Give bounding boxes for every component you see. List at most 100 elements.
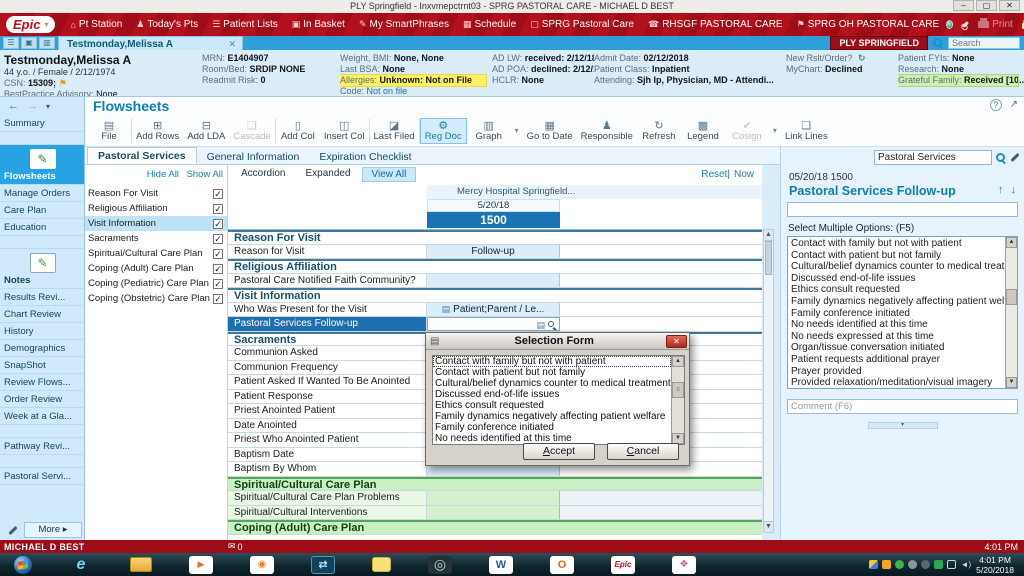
row-label-cell[interactable]: Priest Who Anointed Patient [228,433,427,447]
toolbar-button[interactable]: ◪ Last Filed [370,119,419,143]
checkbox-checked-icon[interactable]: ✓ [213,219,223,229]
windows-start-icon[interactable] [14,556,32,574]
back-icon[interactable]: ← [8,100,19,112]
print-button[interactable]: Print [978,19,1013,30]
row-label-cell[interactable]: Patient Asked If Wanted To Be Anointed [228,375,427,389]
rowlist-item[interactable]: Spiritual/Cultural Care Plan ✓ [85,246,227,261]
row-label-cell[interactable]: Visit Information [228,290,762,302]
show-all-link[interactable]: Show All [187,169,223,180]
tray-gray1-icon[interactable] [908,560,917,569]
dialog-option[interactable]: Family dynamics negatively affecting pat… [433,411,671,422]
scroll-up-icon[interactable]: ▲ [1006,237,1017,248]
sidebar-item[interactable]: Manage Orders [0,185,84,202]
row-empty-cell[interactable] [560,303,762,317]
column-header-date[interactable]: 5/20/18 [427,199,560,212]
row-label-cell[interactable]: Coping (Adult) Care Plan [228,522,762,534]
row-value-cell[interactable]: ▤Patient;Parent / Le... ▤ [427,303,560,317]
option-item[interactable]: Ethics consult requested [788,284,1005,296]
dialog-option[interactable]: Family conference initiated [433,422,671,433]
toolbar-button[interactable]: ▾ [511,125,523,137]
checkbox-checked-icon[interactable]: ✓ [213,189,223,199]
row-empty-cell[interactable] [560,317,762,331]
menubar-item[interactable]: ▦ Schedule [456,19,523,30]
row-label-cell[interactable]: Patient Response [228,390,427,404]
rowlist-item[interactable]: Coping (Pediatric) Care Plan ✓ [85,276,227,291]
row-label-cell[interactable]: Baptism By Whom [228,462,427,476]
flowsheet-search-input[interactable] [874,150,992,165]
collapse-panel-handle[interactable]: ▾ [868,422,938,429]
sync-icon[interactable]: ⇄ [311,556,335,574]
epic-logo-button[interactable]: Epic ▾ [6,16,55,33]
dialog-option[interactable]: Discussed end-of-life issues [433,389,671,400]
scroll-down-icon[interactable]: ▼ [764,521,773,532]
row-label-cell[interactable]: Baptism Date [228,448,427,462]
sticky-notes-icon[interactable] [372,557,391,572]
row-label-cell[interactable]: Who Was Present for the Visit [228,303,427,317]
app-orange-icon[interactable]: ◉ [250,556,274,574]
comment-field[interactable] [787,399,1018,414]
scrollbar-thumb[interactable]: ≡ [672,382,684,398]
maximize-button[interactable]: ▢ [976,0,997,11]
row-empty-cell[interactable] [560,491,762,505]
flowsheet-tab[interactable]: General Information [197,149,310,164]
dialog-option[interactable]: Ethics consult requested [433,400,671,411]
previous-row-icon[interactable]: ↑ [998,184,1004,196]
sidebar-item[interactable] [0,236,84,249]
value-entry-field[interactable] [787,202,1018,217]
toolbar-button[interactable]: ▦ Go to Date [523,119,577,143]
checkbox-checked-icon[interactable]: ✓ [213,294,223,304]
tray-window-icon[interactable] [947,560,956,569]
scroll-down-icon[interactable]: ▼ [1006,377,1017,388]
tray-leaf-icon[interactable] [934,560,943,569]
scroll-up-icon[interactable]: ▲ [764,230,773,241]
rowlist-item[interactable]: Sacraments ✓ [85,231,227,246]
reports-icon[interactable]: ▥ [39,37,55,49]
option-item[interactable]: No needs expressed at this time [788,331,1005,343]
scroll-up-icon[interactable]: ▲ [672,356,684,367]
search-icon[interactable] [996,153,1006,163]
rowlist-item[interactable]: Visit Information ✓ [85,216,227,231]
dialog-option[interactable]: Contact with family but not with patient [433,356,671,367]
globe-icon[interactable] [946,20,953,29]
row-value-cell[interactable]: ▤ ▤ [427,274,560,288]
checkbox-checked-icon[interactable]: ✓ [213,204,223,214]
scrollbar-thumb[interactable] [1006,289,1017,305]
scrollbar-thumb[interactable] [765,241,772,275]
sidebar-item[interactable] [0,455,84,468]
row-empty-cell[interactable] [560,506,762,520]
close-button[interactable]: ✕ [999,0,1020,11]
toolbar-button[interactable]: ⊞ Add Rows [132,119,183,143]
row-value-cell[interactable]: ▤ ▤ [427,506,560,520]
row-label-cell[interactable]: Spiritual/Cultural Care Plan [228,479,762,491]
toolbar-button[interactable]: ♟ Responsible [577,119,637,143]
dialog-option[interactable]: Cultural/belief dynamics counter to medi… [433,378,671,389]
toolbar-button[interactable]: ▤ File [87,119,131,143]
checkbox-checked-icon[interactable]: ✓ [213,279,223,289]
sidebar-item[interactable]: Week at a Gla... [0,408,84,425]
row-label-cell[interactable]: Reason For Visit [228,232,762,244]
sidebar-item[interactable]: ✎ Notes [0,249,84,289]
view-mode-button[interactable]: View All [362,167,417,182]
cancel-button[interactable]: Cancel [607,443,679,460]
menubar-item[interactable]: ☎ RHSGF PASTORAL CARE [641,19,790,30]
more-activities-button[interactable]: More ▸ [24,522,82,538]
row-empty-cell[interactable] [560,245,762,259]
toolbar-button[interactable]: ◫ Insert Col [320,119,369,143]
toolbar-button[interactable]: ❑ Link Lines [781,119,832,143]
menubar-item[interactable]: ♟ Today's Pts [129,19,205,30]
wrench-icon[interactable] [8,525,17,534]
option-item[interactable]: Family conference initiated [788,308,1005,320]
popout-icon[interactable]: ↗ [1010,99,1018,111]
row-label-cell[interactable]: Communion Frequency [228,361,427,375]
row-value-cell[interactable]: ▤ ▤ [427,491,560,505]
row-label-cell[interactable]: Date Anointed [228,419,427,433]
hide-all-link[interactable]: Hide All [147,169,179,180]
option-item[interactable]: Cultural/belief dynamics counter to medi… [788,261,1005,273]
home-icon[interactable]: ☰ [3,37,19,49]
checkbox-checked-icon[interactable]: ✓ [213,249,223,259]
menubar-item[interactable]: ⚑ SPRG OH PASTORAL CARE [790,19,947,30]
toolbar-button[interactable]: ▩ Legend [681,119,725,143]
sidebar-item[interactable]: Pastoral Servi... [0,468,84,485]
view-mode-button[interactable]: Expanded [296,167,359,182]
row-label-cell[interactable]: Reason for Visit [228,245,427,259]
